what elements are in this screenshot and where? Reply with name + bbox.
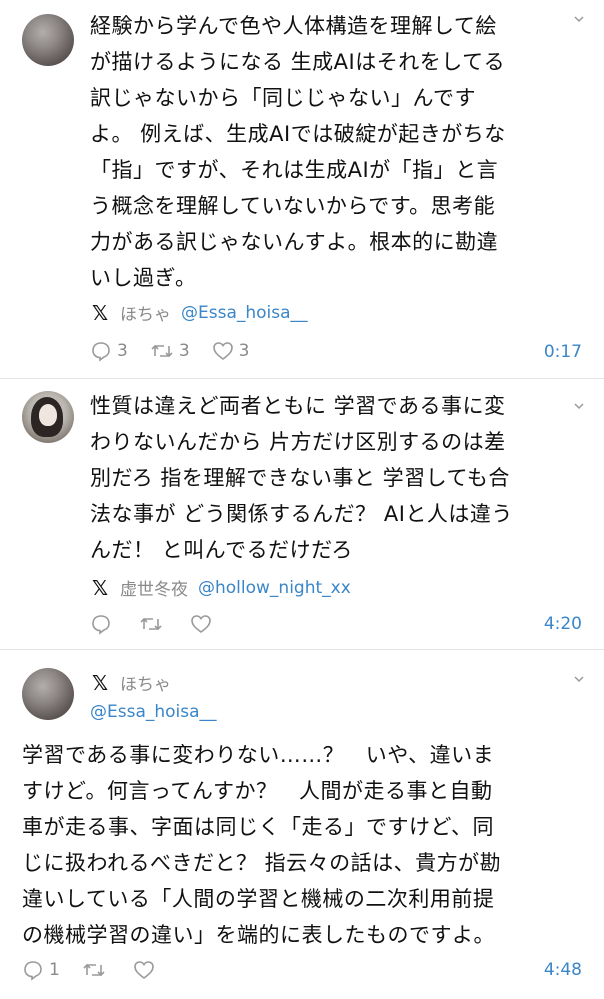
post-2: 性質は違えど両者ともに 学習である事に変 わりないんだから 片方だけ区別するのは…	[0, 379, 604, 649]
post-1: 経験から学んで色や人体構造を理解して絵 が描けるようになる 生成AIはそれをして…	[0, 0, 604, 378]
reply-icon	[92, 615, 110, 635]
post-text: 性質は違えど両者ともに 学習である事に変 わりないんだから 片方だけ区別するのは…	[90, 394, 513, 562]
chevron-down-icon[interactable]	[574, 14, 584, 24]
post-time[interactable]: 0:17	[544, 342, 582, 362]
like-button[interactable]: 3	[212, 340, 250, 362]
repost-button[interactable]	[139, 613, 168, 635]
author-handle[interactable]: @Essa_hoisa__	[181, 303, 308, 323]
x-logo-icon: 𝕏	[91, 575, 109, 600]
author-name: ほちゃ	[120, 305, 171, 325]
reply-count: 1	[49, 960, 60, 980]
like-button[interactable]	[190, 613, 217, 635]
x-logo-icon: 𝕏	[91, 670, 109, 695]
avatar[interactable]	[22, 668, 74, 720]
chevron-down-icon[interactable]	[574, 401, 584, 411]
repost-button[interactable]	[82, 959, 111, 981]
author-handle[interactable]: @Essa_hoisa__	[90, 702, 217, 722]
heart-icon	[191, 615, 211, 633]
reply-icon	[24, 961, 42, 981]
post-author[interactable]: 𝕏 ほちゃ @Essa_hoisa__	[90, 300, 308, 326]
post-actions: 3 3 3	[90, 340, 271, 362]
author-name: ほちゃ	[120, 675, 171, 695]
heart-icon	[134, 961, 154, 979]
post-handle-row[interactable]: @Essa_hoisa__	[90, 702, 217, 722]
post-actions	[90, 613, 239, 635]
reply-button[interactable]: 1	[22, 959, 60, 981]
chevron-down-icon[interactable]	[574, 674, 584, 684]
post-time[interactable]: 4:20	[544, 614, 582, 634]
post-actions: 1	[22, 959, 182, 981]
author-handle[interactable]: @hollow_night_xx	[198, 578, 351, 598]
post-3: 𝕏 ほちゃ @Essa_hoisa__ 学習である事に変わりない……？ いや、違…	[0, 650, 604, 999]
like-button[interactable]	[133, 959, 160, 981]
repost-icon	[140, 617, 162, 631]
x-logo-icon: 𝕏	[91, 300, 109, 325]
reply-icon	[92, 342, 110, 362]
reply-button[interactable]	[90, 613, 117, 635]
post-author[interactable]: 𝕏 虚世冬夜 @hollow_night_xx	[90, 575, 351, 601]
post-text: 学習である事に変わりない……？ いや、違いま すけど。何言ってんすか？ 人間が走…	[22, 743, 502, 947]
repost-count: 3	[178, 341, 190, 361]
heart-icon	[212, 342, 233, 360]
repost-icon	[83, 963, 105, 977]
reply-button[interactable]: 3	[90, 340, 128, 362]
reply-count: 3	[117, 341, 128, 361]
post-author[interactable]: 𝕏 ほちゃ	[90, 670, 171, 696]
repost-button[interactable]: 3	[150, 340, 190, 362]
post-text: 経験から学んで色や人体構造を理解して絵 が描けるようになる 生成AIはそれをして…	[90, 14, 506, 290]
like-count: 3	[238, 341, 250, 361]
repost-icon	[151, 344, 173, 358]
author-name: 虚世冬夜	[120, 580, 188, 600]
avatar[interactable]	[22, 14, 74, 66]
post-time[interactable]: 4:48	[544, 960, 582, 980]
avatar[interactable]	[22, 391, 74, 443]
